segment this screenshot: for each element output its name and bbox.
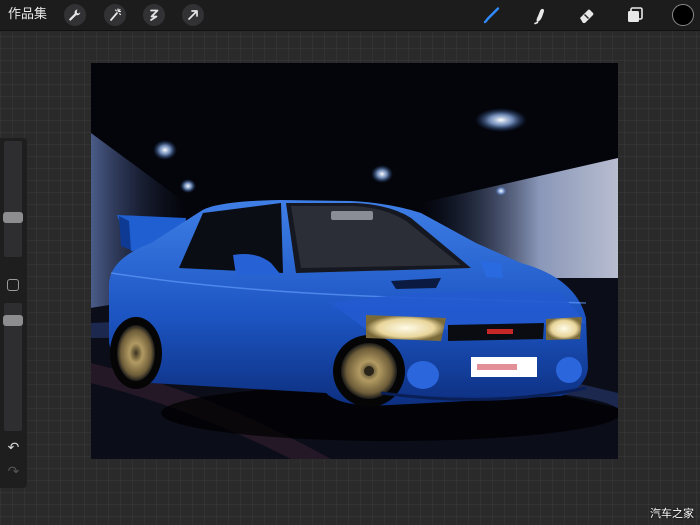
color-picker-swatch[interactable] [672,4,694,26]
left-sidebar: ↶ ↷ [0,138,27,488]
brush-size-slider[interactable] [3,141,23,257]
watermark-label: 汽车之家 [650,507,694,520]
selection-icon[interactable] [143,4,165,26]
brush-icon[interactable] [481,4,503,26]
gallery-button[interactable]: 作品集 [8,0,47,30]
transform-arrow-icon[interactable] [182,4,204,26]
modify-button[interactable] [7,279,19,291]
eraser-icon[interactable] [576,4,598,26]
smudge-icon[interactable] [529,4,551,26]
top-toolbar: 作品集 [0,0,700,31]
layers-icon[interactable] [624,4,646,26]
undo-icon[interactable]: ↶ [0,440,27,456]
magic-wand-icon[interactable] [104,4,126,26]
drawing-canvas[interactable] [91,63,618,459]
car-artwork [91,63,618,459]
wrench-icon[interactable] [64,4,86,26]
opacity-slider[interactable] [3,303,23,431]
opacity-thumb[interactable] [3,315,23,326]
brush-size-thumb[interactable] [3,212,23,223]
redo-icon[interactable]: ↷ [0,464,27,480]
